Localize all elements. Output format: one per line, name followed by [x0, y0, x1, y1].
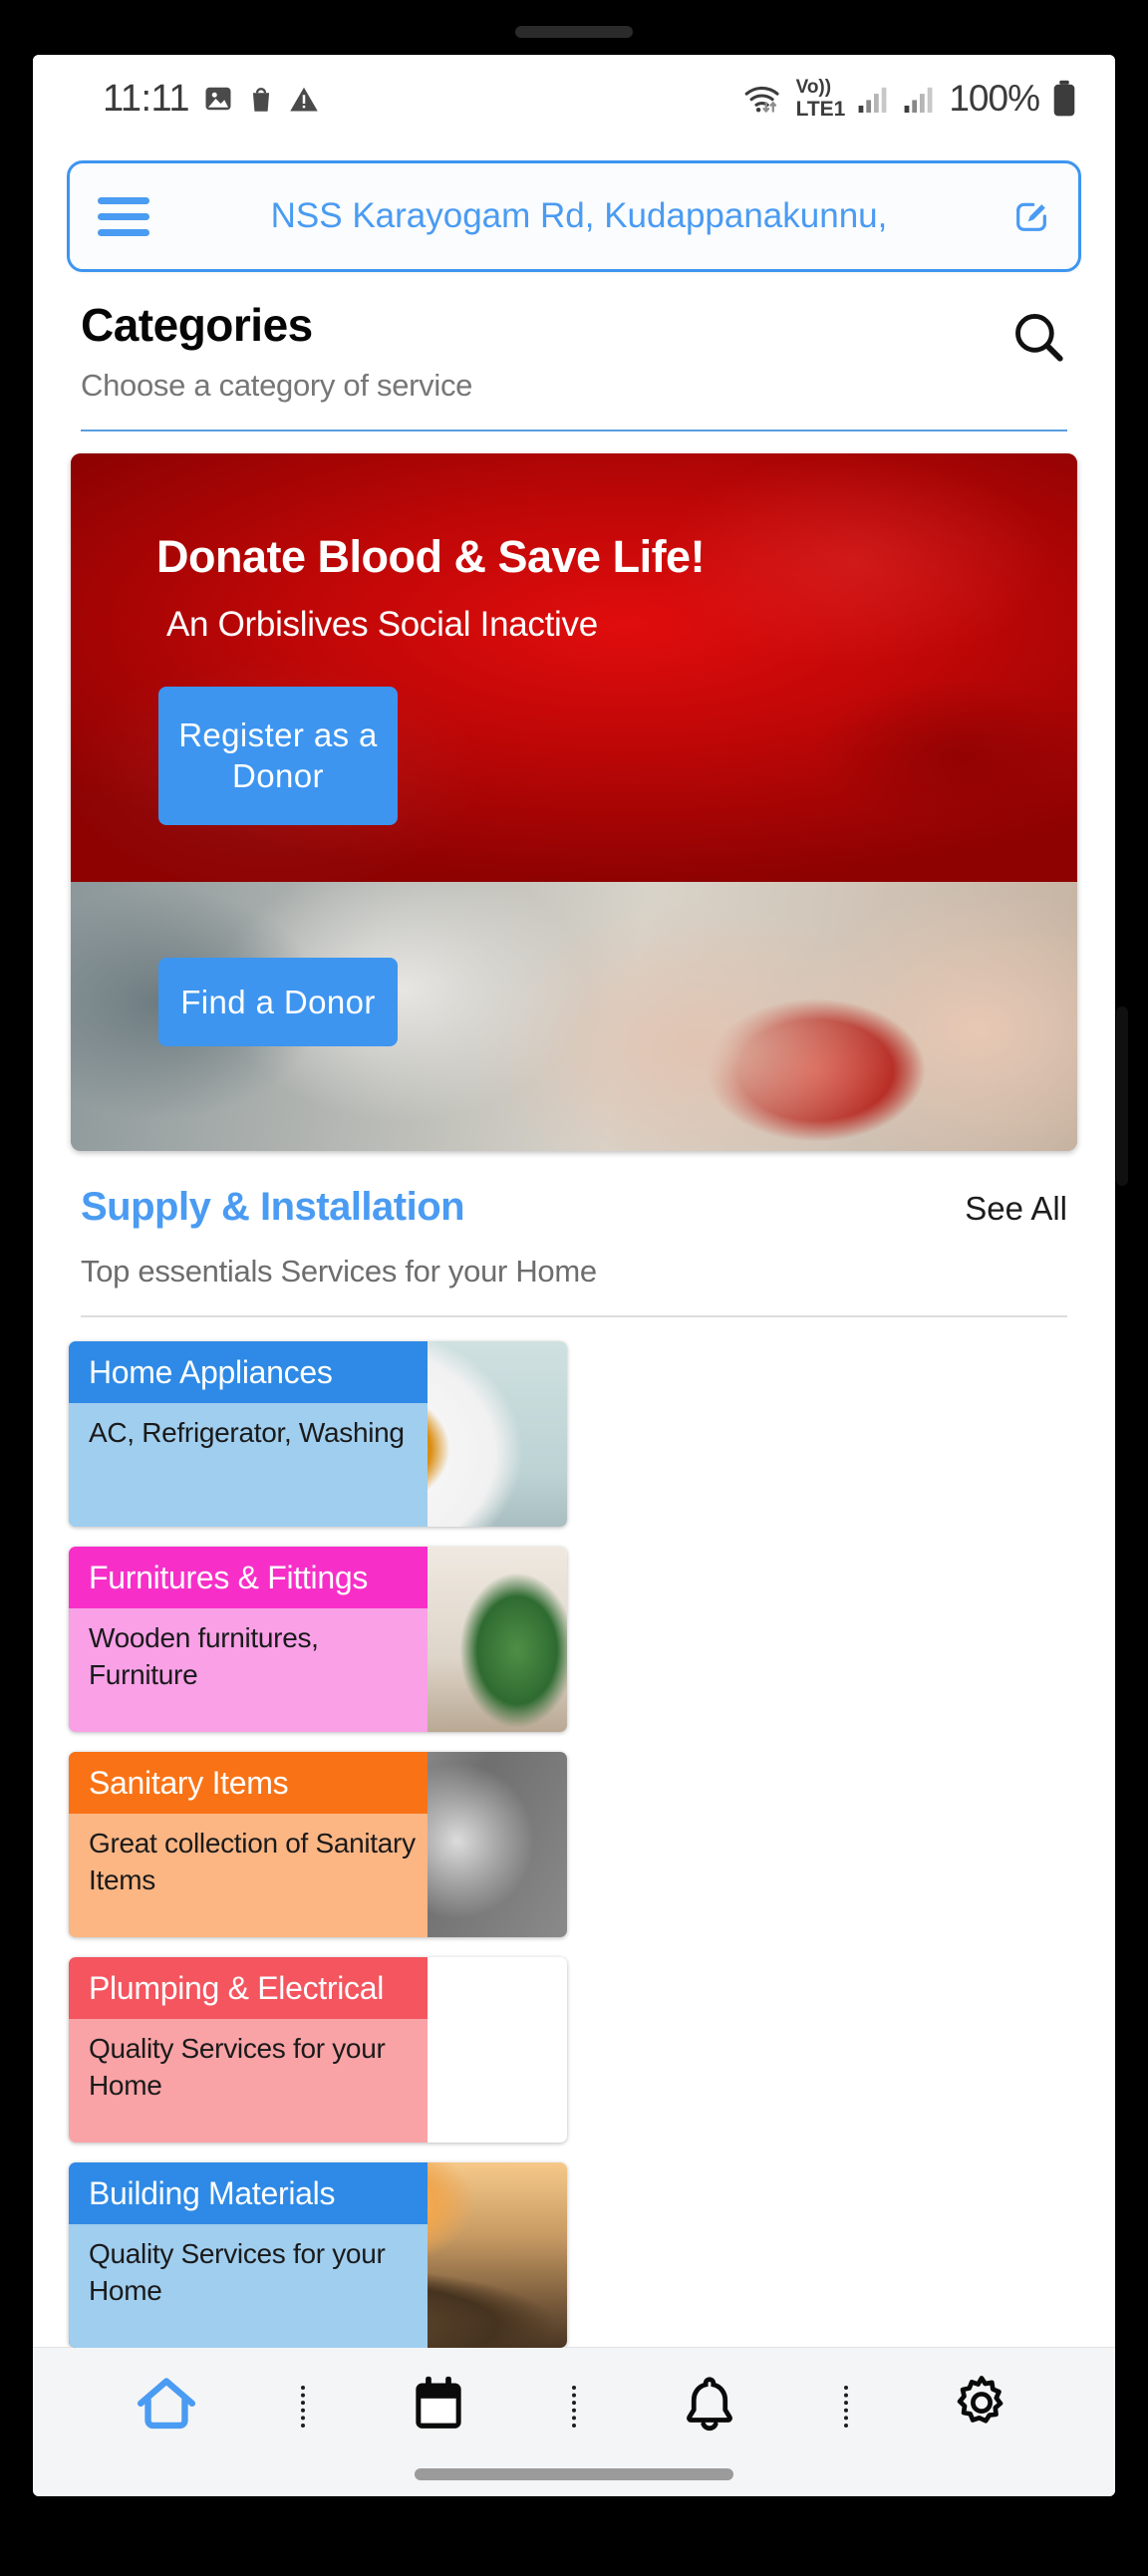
supply-subtitle: Top essentials Services for your Home: [81, 1254, 597, 1288]
address-label[interactable]: NSS Karayogam Rd, Kudappanakunnu,: [149, 196, 1008, 236]
see-all-button[interactable]: See All: [965, 1190, 1067, 1228]
status-bar-right: Vo)) LTE1 100%: [742, 78, 1077, 120]
bottom-navigation-bar: [33, 2347, 1115, 2496]
category-card-building-materials[interactable]: Building Materials Quality Services for …: [69, 2162, 567, 2348]
categories-text-group: Categories Choose a category of service: [81, 298, 472, 404]
bottom-nav: [33, 2348, 1115, 2465]
supply-title: Supply & Installation: [81, 1185, 465, 1229]
status-bar: 11:11 Vo)) LTE1 100%: [33, 55, 1115, 143]
calendar-icon: [410, 2374, 467, 2440]
find-a-donor-button[interactable]: Find a Donor: [158, 958, 398, 1047]
signal-bars-icon-2: [903, 85, 937, 113]
phone-device: 11:11 Vo)) LTE1 100% NSS Karayogam Rd, K…: [0, 0, 1148, 2576]
card-title: Building Materials: [69, 2162, 428, 2224]
image-icon: [203, 84, 233, 114]
card-title: Home Appliances: [69, 1341, 428, 1403]
nav-item-home[interactable]: [33, 2373, 301, 2441]
category-card-grid: Home Appliances AC, Refrigerator, Washin…: [33, 1317, 1115, 2348]
edit-pencil-icon[interactable]: [1008, 196, 1054, 236]
categories-subtitle: Choose a category of service: [81, 368, 473, 403]
register-as-donor-button[interactable]: Register as a Donor: [158, 687, 398, 825]
nav-item-settings[interactable]: [848, 2373, 1116, 2441]
search-icon[interactable]: [1009, 308, 1067, 371]
banner-subheading: An Orbislives Social Inactive: [166, 605, 598, 644]
category-card-home-appliances[interactable]: Home Appliances AC, Refrigerator, Washin…: [69, 1341, 567, 1527]
supply-header-row: Supply & Installation See All: [81, 1185, 1067, 1230]
address-bar[interactable]: NSS Karayogam Rd, Kudappanakunnu,: [67, 160, 1081, 272]
warning-icon: [289, 85, 319, 113]
card-description: Quality Services for your Home: [69, 2224, 428, 2348]
wifi-icon: [742, 82, 784, 116]
supply-section: Supply & Installation See All Top essent…: [33, 1151, 1115, 1317]
categories-section: Categories Choose a category of service: [33, 272, 1115, 404]
nav-item-notifications[interactable]: [576, 2374, 844, 2440]
nav-item-calendar[interactable]: [305, 2374, 573, 2440]
volte-network-icon: Vo)) LTE1: [796, 78, 846, 120]
banner-bottom-panel: Find a Donor: [71, 882, 1077, 1151]
card-title: Plumping & Electrical: [69, 1957, 428, 2019]
banner-heading: Donate Blood & Save Life!: [156, 531, 706, 582]
category-card-plumping-electrical[interactable]: Plumping & Electrical Quality Services f…: [69, 1957, 567, 2143]
volte-label-top: Vo)): [795, 77, 832, 98]
categories-divider: [81, 429, 1067, 431]
card-description: Wooden furnitures, Furniture: [69, 1608, 428, 1732]
card-description: Quality Services for your Home: [69, 2019, 428, 2143]
category-card-sanitary-items[interactable]: Sanitary Items Great collection of Sanit…: [69, 1752, 567, 1937]
card-description: AC, Refrigerator, Washing: [69, 1403, 428, 1527]
card-description: Great collection of Sanitary Items: [69, 1814, 428, 1937]
status-bar-left: 11:11: [103, 78, 319, 121]
hamburger-menu-icon[interactable]: [98, 196, 149, 236]
card-title: Sanitary Items: [69, 1752, 428, 1814]
bell-icon: [680, 2374, 739, 2440]
battery-full-icon: [1051, 80, 1077, 118]
shopping-bag-icon: [247, 84, 275, 114]
home-icon: [134, 2373, 199, 2441]
banner-top-panel: Donate Blood & Save Life! An Orbislives …: [71, 453, 1077, 882]
card-title: Furnitures & Fittings: [69, 1547, 428, 1608]
battery-percent-label: 100%: [949, 78, 1040, 119]
status-bar-clock: 11:11: [103, 77, 189, 120]
side-scroll-nub: [1116, 1006, 1128, 1186]
categories-header-row: Categories Choose a category of service: [81, 298, 1067, 404]
phone-speaker: [515, 26, 633, 38]
home-indicator[interactable]: [415, 2468, 733, 2480]
blood-donation-banner[interactable]: Donate Blood & Save Life! An Orbislives …: [71, 453, 1077, 1151]
volte-label-bottom: LTE1: [795, 98, 846, 121]
page-title: Categories: [81, 299, 313, 351]
gear-icon: [950, 2373, 1013, 2441]
phone-screen: 11:11 Vo)) LTE1 100% NSS Karayogam Rd, K…: [33, 55, 1115, 2496]
category-card-furnitures-fittings[interactable]: Furnitures & Fittings Wooden furnitures,…: [69, 1547, 567, 1732]
signal-bars-icon: [857, 85, 891, 113]
